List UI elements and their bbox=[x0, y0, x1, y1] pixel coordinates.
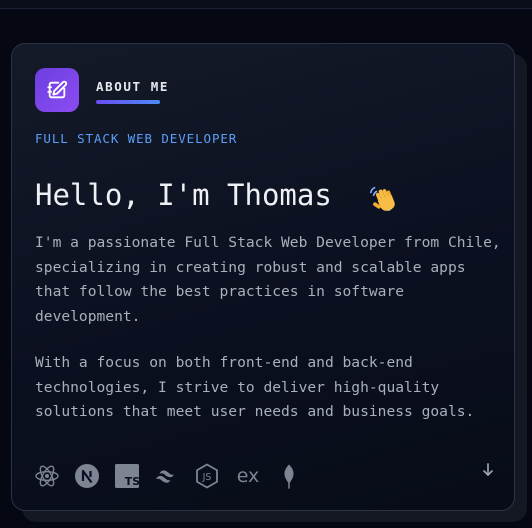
role-subtitle: FULL STACK WEB DEVELOPER bbox=[35, 131, 238, 146]
mongodb-icon bbox=[276, 463, 302, 489]
title-underline bbox=[96, 100, 160, 104]
express-icon-label: ex bbox=[236, 465, 260, 487]
arrow-down-icon[interactable] bbox=[478, 460, 498, 480]
typescript-icon-label: TS bbox=[125, 475, 140, 488]
express-icon: ex bbox=[233, 463, 263, 489]
bio-paragraph: With a focus on both front-end and back-… bbox=[35, 354, 475, 420]
notebook-pen-icon bbox=[35, 68, 79, 112]
react-icon bbox=[34, 463, 60, 489]
bio-paragraph: I'm a passionate Full Stack Web Develope… bbox=[35, 234, 501, 325]
about-me-card: ABOUT ME FULL STACK WEB DEVELOPER Hello,… bbox=[11, 43, 515, 511]
section-title: ABOUT ME bbox=[96, 79, 170, 94]
tailwind-icon bbox=[153, 463, 179, 489]
nodejs-icon-label: JS bbox=[202, 472, 212, 483]
nextjs-icon bbox=[74, 463, 100, 489]
greeting-heading: Hello, I'm Thomas bbox=[35, 178, 332, 212]
top-edge-strip bbox=[0, 0, 532, 9]
nodejs-icon: JS bbox=[194, 463, 220, 489]
typescript-icon: TS bbox=[114, 463, 140, 489]
waving-hand-icon bbox=[368, 184, 398, 218]
